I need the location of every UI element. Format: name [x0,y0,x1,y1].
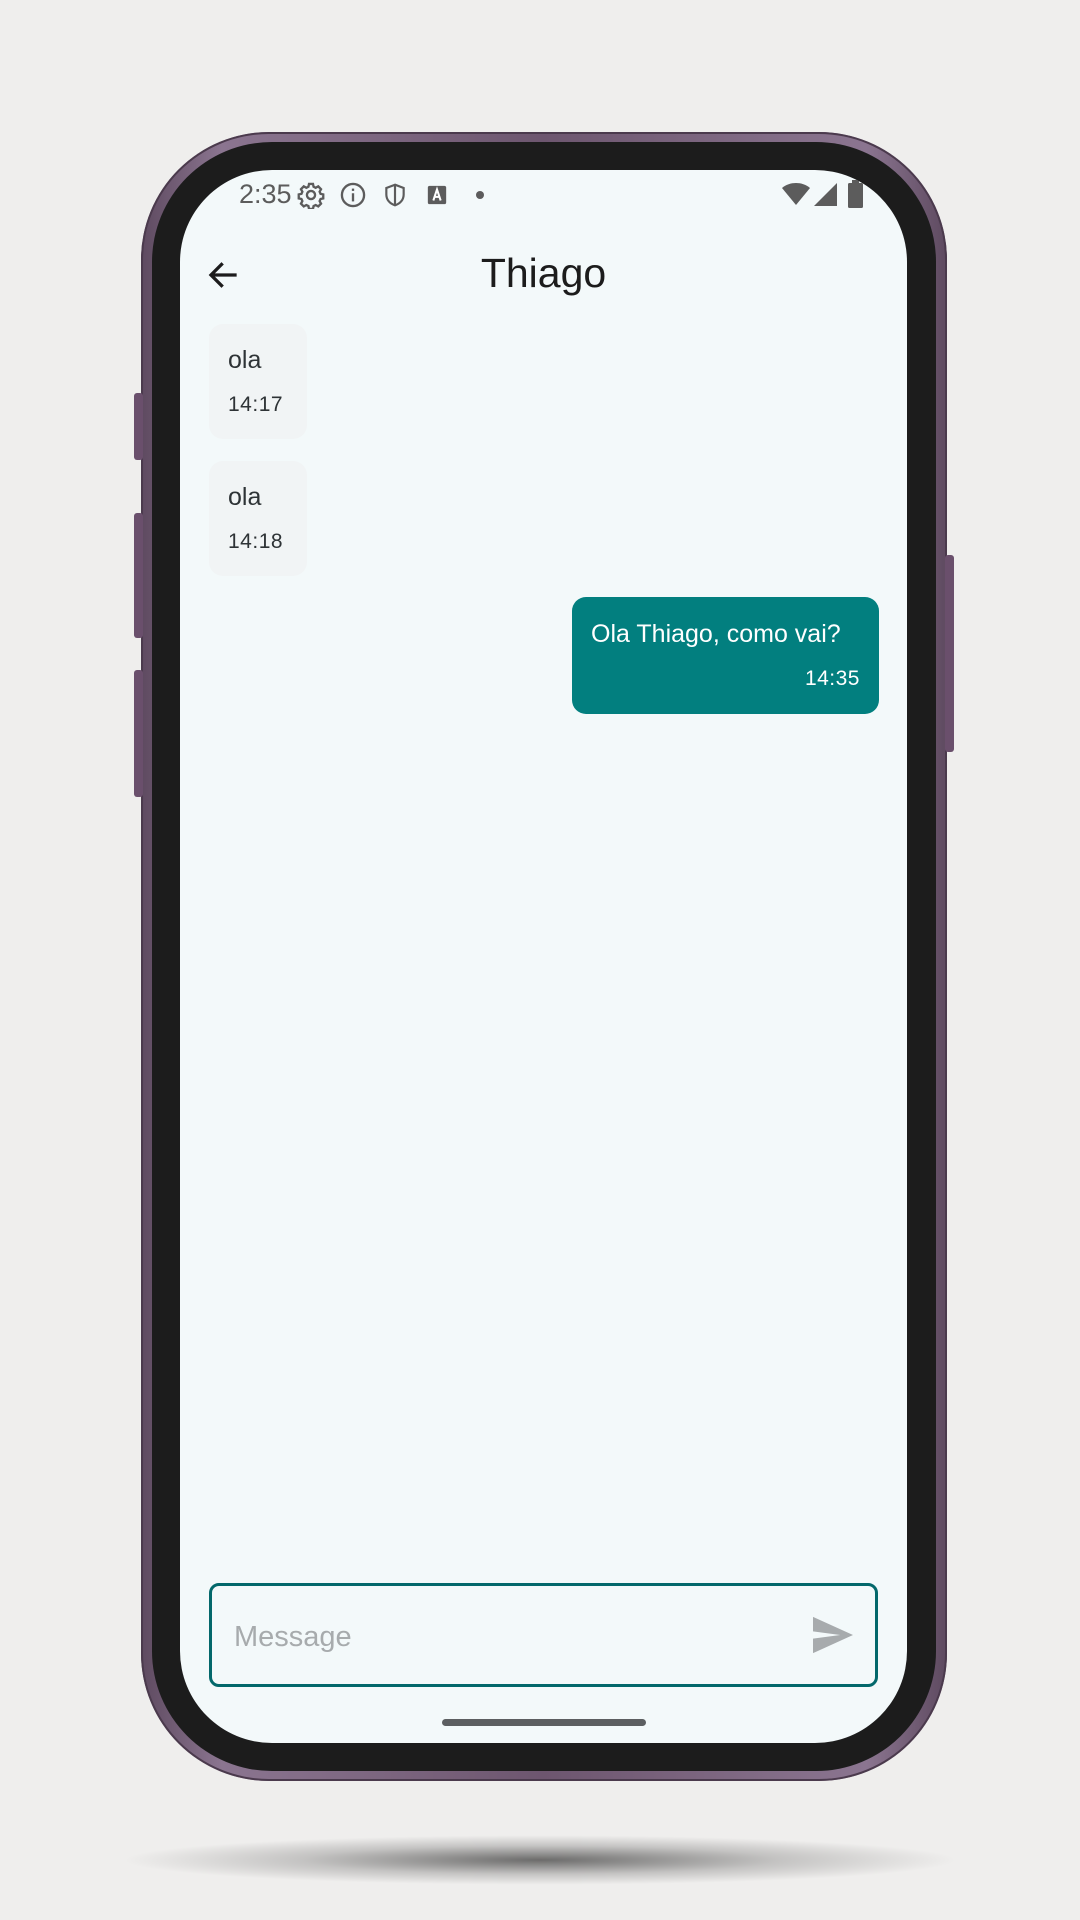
text-a-icon [427,185,447,205]
wifi-icon [782,183,810,205]
message-time: 14:17 [228,393,284,416]
send-icon [813,1616,853,1654]
shield-icon [385,183,405,207]
message-text: Ola Thiago, como vai? [591,620,841,648]
volume-button-bottom [134,670,143,797]
message-text: ola [228,483,262,511]
message-bubble-incoming[interactable]: ola 14:18 [209,461,307,576]
gear-icon [297,182,325,209]
signal-icon [814,183,837,206]
power-button [945,555,954,752]
message-input[interactable] [232,1606,796,1668]
status-time: 2:35 [239,179,292,209]
message-text: ola [228,346,262,374]
battery-icon [848,180,863,208]
phone-shadow [120,1835,960,1885]
app-bar: Thiago [180,230,907,320]
chat-title: Thiago [480,250,607,296]
dot-icon [476,191,484,199]
info-icon [340,182,366,208]
volume-button-middle [134,513,143,638]
phone-screen: 2:35 Thiago ola 14:17 ola 14:18 Ola Thia… [180,170,907,1743]
message-time: 14:35 [804,667,860,690]
message-composer [209,1583,878,1687]
status-bar: 2:35 [180,170,907,220]
message-time: 14:18 [228,530,284,553]
send-button[interactable] [811,1615,855,1655]
volume-button-top [134,393,143,460]
home-indicator[interactable] [442,1719,646,1726]
message-bubble-incoming[interactable]: ola 14:17 [209,324,307,439]
message-bubble-outgoing[interactable]: Ola Thiago, como vai? 14:35 [572,597,879,714]
